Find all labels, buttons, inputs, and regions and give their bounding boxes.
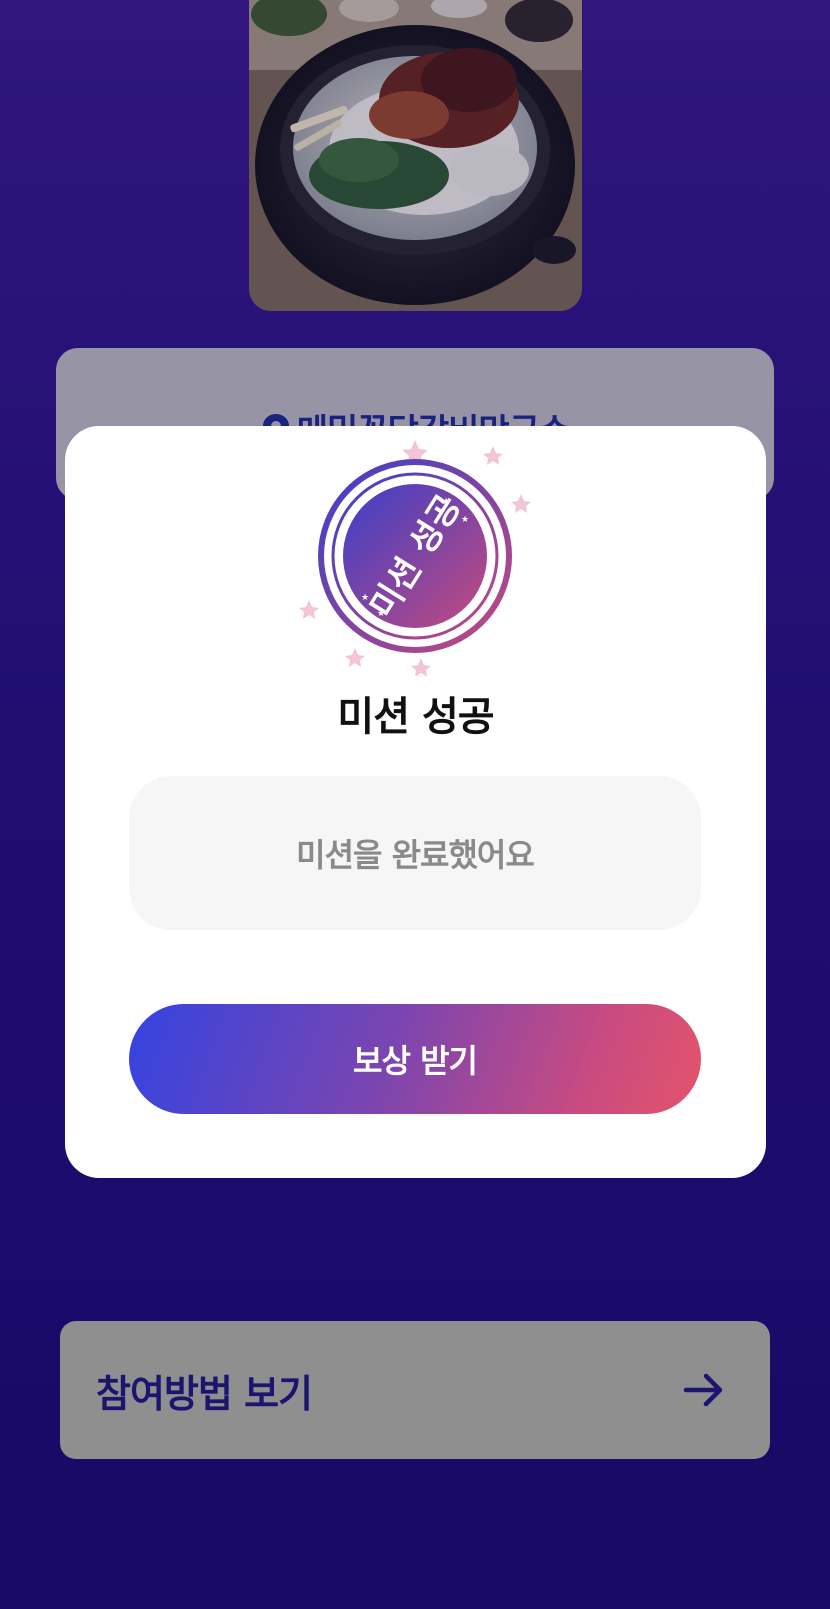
message-box: 미션을 완료했어요 [129,776,701,930]
mission-page: 메밀꽃닭갈비막국수 [0,0,830,1609]
reward-button-label: 보상 받기 [353,1042,478,1080]
modal-title: 미션 성공 [337,694,494,740]
arrow-right-icon [682,1368,726,1412]
mission-success-modal: ★ ★ ★ ★ 미션 성공 미션 성공 미션을 완료했어요 보상 받기 [65,426,766,1178]
reward-button[interactable]: 보상 받기 [129,1004,701,1114]
howto-button[interactable]: 참여방법 보기 [60,1321,770,1459]
food-photo [249,0,582,311]
howto-label: 참여방법 보기 [96,1371,313,1416]
mission-success-stamp: ★ ★ ★ ★ 미션 성공 [295,436,535,677]
message-text: 미션을 완료했어요 [296,836,535,874]
